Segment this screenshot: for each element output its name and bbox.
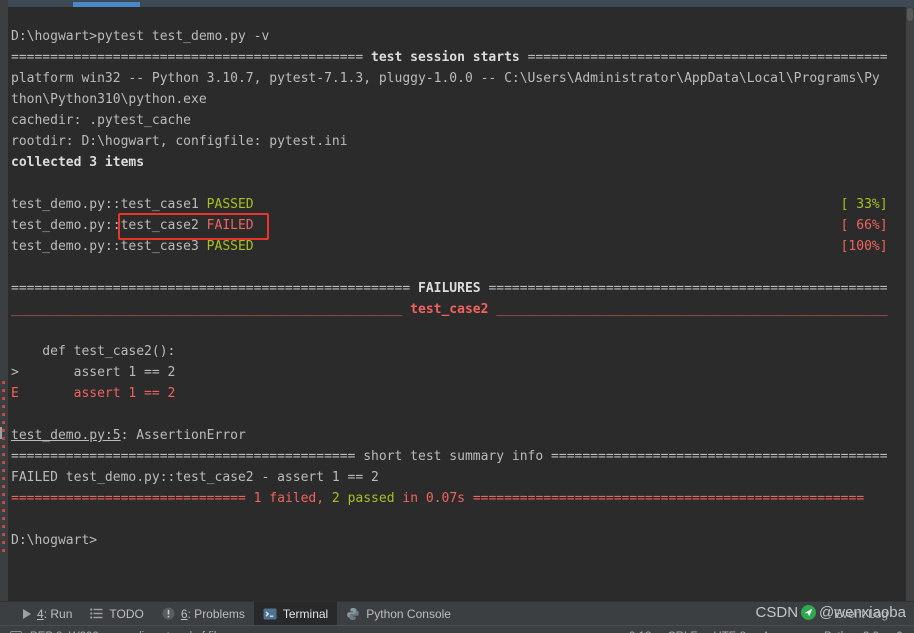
terminal-text: D:\hogwart> bbox=[11, 533, 98, 548]
terminal-text: ============================== bbox=[11, 491, 254, 506]
terminal-text: test session starts bbox=[371, 50, 520, 65]
terminal-line: ============================== 1 failed,… bbox=[11, 488, 888, 509]
terminal-line: ========================================… bbox=[11, 47, 888, 68]
terminal-text: def test_case2(): bbox=[11, 344, 176, 359]
terminal-text: ========================================… bbox=[519, 50, 888, 65]
progress-percent: [100%] bbox=[840, 239, 888, 254]
terminal-line: rootdir: D:\hogwart, configfile: pytest.… bbox=[11, 131, 888, 152]
terminal-text: > assert 1 == 2 bbox=[11, 365, 176, 380]
terminal-line: cachedir: .pytest_cache bbox=[11, 110, 888, 131]
terminal-output[interactable]: D:\hogwart>pytest test_demo.py -v =======… bbox=[8, 7, 906, 601]
terminal-line: D:\hogwart> bbox=[11, 530, 888, 551]
watermark-brand: CSDN bbox=[755, 604, 799, 621]
watermark-avatar-icon bbox=[801, 605, 817, 620]
toolwindow-top-bar bbox=[8, 0, 914, 7]
scrollbar-track[interactable] bbox=[906, 7, 914, 601]
caret-stripe-mark bbox=[0, 427, 2, 439]
error-stripe-marks bbox=[2, 381, 5, 553]
terminal-text: rootdir: D:\hogwart, configfile: pytest.… bbox=[11, 134, 348, 149]
ide-window: D:\hogwart>pytest test_demo.py -v =======… bbox=[0, 0, 914, 633]
terminal-text: ========================================… bbox=[11, 281, 418, 296]
tab-problems[interactable]: 6: Problems bbox=[153, 602, 254, 625]
tab-run[interactable]: 4: Run bbox=[14, 602, 81, 625]
terminal-icon bbox=[263, 607, 277, 621]
status-bar: PEP 8: W292 no newline at end of file 9:… bbox=[0, 625, 914, 633]
tab-terminal-label: Terminal bbox=[282, 606, 329, 621]
terminal-line: test_demo.py::test_case2 FAILED [ 66%] bbox=[11, 213, 888, 240]
file-link[interactable]: test_demo.py:5 bbox=[11, 425, 121, 446]
watermark-user: @wenxiaoba bbox=[819, 604, 906, 621]
terminal-text: platform win32 -- Python 3.10.7, pytest-… bbox=[11, 71, 880, 86]
terminal-line: thon\Python310\python.exe bbox=[11, 89, 888, 110]
terminal-text: PASSED bbox=[206, 239, 254, 254]
tab-python-console[interactable]: Python Console bbox=[337, 602, 460, 625]
terminal-line: test_demo.py::test_case3 PASSED [100%] bbox=[11, 236, 888, 257]
tab-todo-label: TODO bbox=[109, 606, 144, 621]
terminal-text: FAILED test_demo.py::test_case2 - assert… bbox=[11, 470, 379, 485]
error-circle-icon bbox=[162, 607, 175, 620]
terminal-text: test_demo.py::test_case3 bbox=[11, 239, 207, 254]
scrollbar-thumb[interactable] bbox=[907, 8, 913, 21]
terminal-text: ________________________________________… bbox=[488, 302, 888, 317]
play-icon bbox=[23, 608, 31, 619]
terminal-line: > assert 1 == 2 bbox=[11, 362, 888, 383]
left-gutter-stripe bbox=[0, 0, 8, 601]
terminal-text: D:\hogwart>pytest test_demo.py -v bbox=[11, 29, 270, 44]
terminal-text: test_demo.py::test_case2 bbox=[11, 218, 207, 233]
terminal-text: ________________________________________… bbox=[11, 302, 411, 317]
tab-run-label: 4: Run bbox=[37, 606, 73, 621]
terminal-text: 1 failed, bbox=[253, 491, 332, 506]
terminal-line: def test_case2(): bbox=[11, 341, 888, 362]
terminal-text: ========================================… bbox=[11, 50, 372, 65]
terminal-text: PASSED bbox=[206, 197, 254, 212]
terminal-text: ========================================… bbox=[480, 281, 888, 296]
terminal-line: FAILED test_demo.py::test_case2 - assert… bbox=[11, 467, 888, 488]
terminal-text: : AssertionError bbox=[120, 428, 246, 443]
terminal-text: E assert 1 == 2 bbox=[11, 386, 176, 401]
terminal-text: ========================================… bbox=[472, 491, 865, 506]
tab-todo[interactable]: TODO bbox=[81, 602, 152, 625]
terminal-text: ========================================… bbox=[11, 449, 888, 464]
tab-problems-label: 6: Problems bbox=[180, 606, 245, 621]
terminal-line: ________________________________________… bbox=[11, 299, 888, 320]
terminal-text: collected 3 items bbox=[11, 155, 145, 170]
terminal-line: test_demo.py::test_case1 PASSED [ 33%] bbox=[11, 194, 888, 215]
terminal-text: test_case2 bbox=[410, 302, 489, 317]
terminal-text: FAILED bbox=[206, 218, 254, 233]
terminal-line: platform win32 -- Python 3.10.7, pytest-… bbox=[11, 68, 888, 89]
progress-percent: [ 33%] bbox=[840, 197, 888, 212]
terminal-text: thon\Python310\python.exe bbox=[11, 92, 207, 107]
terminal-text: FAILURES bbox=[418, 281, 481, 296]
progress-percent: [ 66%] bbox=[840, 218, 888, 233]
terminal-line: test_demo.py:5: AssertionError bbox=[11, 425, 888, 446]
python-icon bbox=[346, 607, 360, 621]
terminal-text: in 0.07s bbox=[394, 491, 473, 506]
tab-terminal[interactable]: Terminal bbox=[253, 602, 338, 625]
terminal-line: collected 3 items bbox=[11, 152, 888, 173]
terminal-line: ========================================… bbox=[11, 446, 888, 467]
terminal-line: E assert 1 == 2 bbox=[11, 383, 888, 404]
terminal-text: test_demo.py::test_case1 bbox=[11, 197, 207, 212]
terminal-text: cachedir: .pytest_cache bbox=[11, 113, 192, 128]
tab-python-console-label: Python Console bbox=[366, 606, 451, 621]
todo-list-icon bbox=[90, 608, 103, 619]
terminal-text: 2 passed bbox=[331, 491, 395, 506]
csdn-watermark: CSDN @wenxiaoba bbox=[756, 604, 906, 621]
terminal-line: ========================================… bbox=[11, 278, 888, 299]
terminal-line: D:\hogwart>pytest test_demo.py -v bbox=[11, 26, 888, 47]
